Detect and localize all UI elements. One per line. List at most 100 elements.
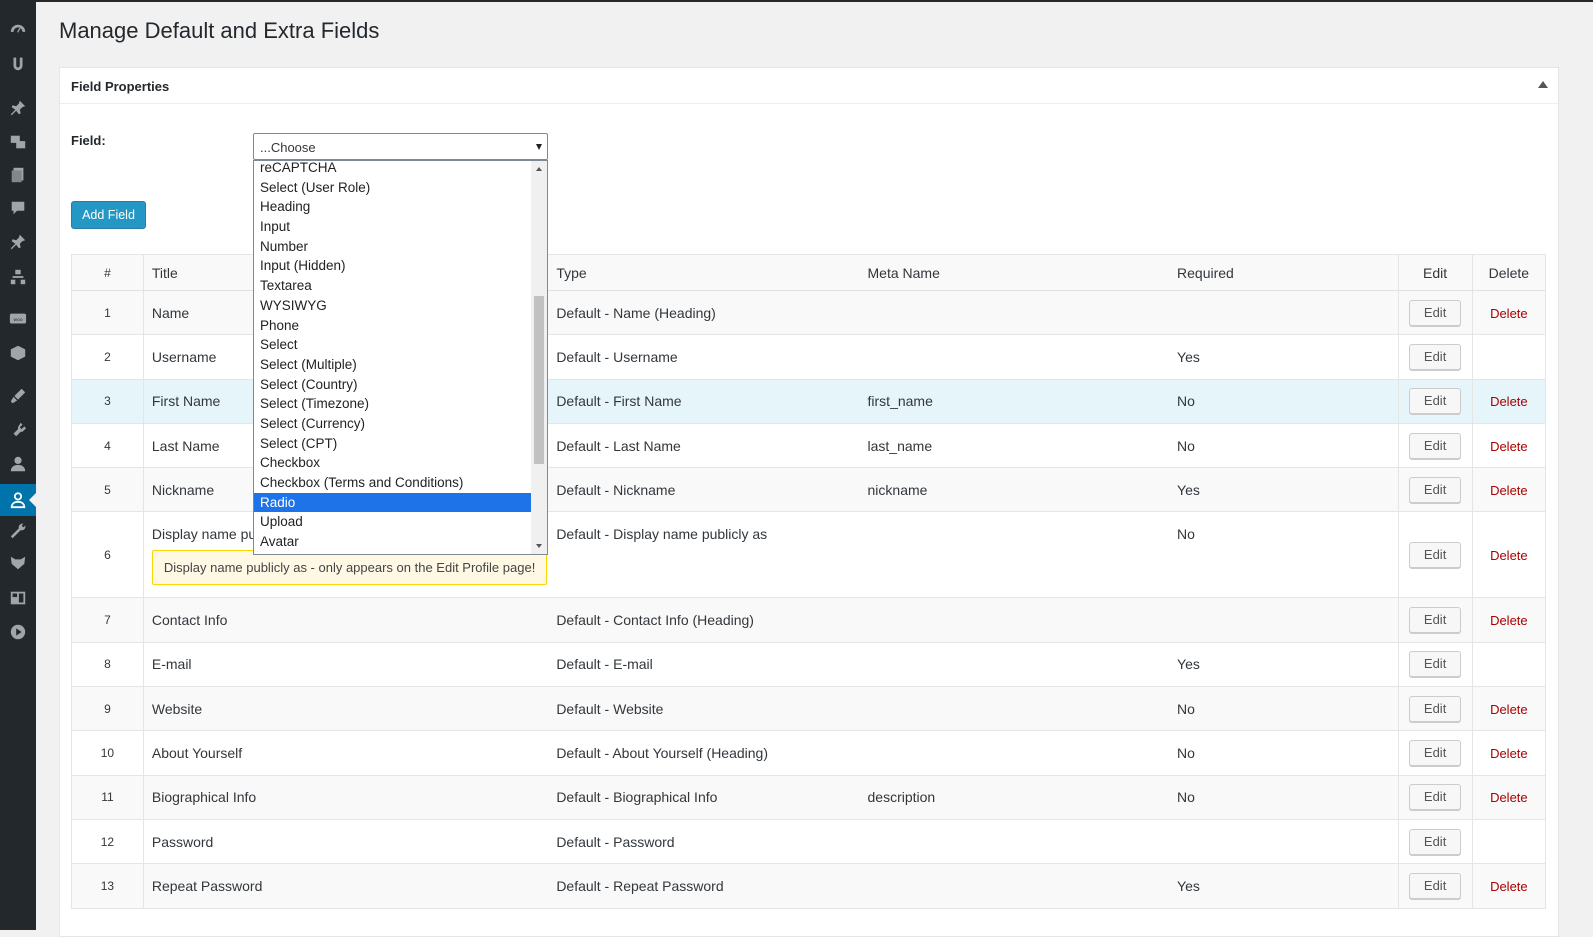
- table-row: 7 Contact Info Default - Contact Info (Hea…: [71, 597, 1547, 643]
- edit-button[interactable]: Edit: [1409, 651, 1462, 678]
- cell-meta-name-text: nickname: [867, 481, 928, 498]
- pin-icon-2[interactable]: [0, 230, 36, 254]
- delete-link[interactable]: Delete: [1490, 394, 1528, 409]
- cell-title: E-mail: [143, 642, 549, 688]
- users-icon[interactable]: [0, 452, 36, 476]
- edit-button[interactable]: Edit: [1409, 828, 1462, 855]
- dropdown-option[interactable]: Radio: [254, 492, 532, 513]
- sitemap-icon[interactable]: [0, 265, 36, 289]
- dropdown-option[interactable]: Select (Currency): [254, 414, 532, 434]
- cell-delete: [1472, 819, 1547, 865]
- cell-required: [1169, 290, 1399, 336]
- scrollbar-thumb[interactable]: [534, 296, 544, 464]
- edit-button[interactable]: Edit: [1409, 343, 1462, 370]
- delete-link[interactable]: Delete: [1490, 439, 1528, 454]
- comments-icon[interactable]: [0, 196, 36, 220]
- scroll-up-icon[interactable]: [536, 167, 542, 171]
- cell-delete: [1472, 642, 1547, 688]
- pin-icon[interactable]: [0, 96, 36, 120]
- select-value: ...Choose: [260, 140, 316, 155]
- edit-button[interactable]: Edit: [1409, 607, 1462, 634]
- dropdown-option[interactable]: Select: [254, 335, 532, 355]
- dropdown-option[interactable]: Textarea: [254, 276, 532, 296]
- cell-type-text: Default - Name (Heading): [556, 304, 716, 321]
- delete-link[interactable]: Delete: [1490, 879, 1528, 894]
- table-row: 13 Repeat Password Default - Repeat Passwo…: [71, 863, 1547, 909]
- cell-num-text: 7: [104, 613, 111, 628]
- dropdown-option[interactable]: WYSIWYG: [254, 296, 532, 316]
- cell-required: Yes: [1169, 863, 1399, 909]
- woocommerce-icon[interactable]: woo: [0, 307, 36, 331]
- tools-icon[interactable]: [0, 519, 36, 543]
- cell-title: Biographical Info: [143, 775, 549, 820]
- dropdown-option[interactable]: Upload: [254, 512, 532, 532]
- delete-link[interactable]: Delete: [1490, 548, 1528, 563]
- edit-button[interactable]: Edit: [1409, 541, 1462, 568]
- dropdown-option[interactable]: Input (Hidden): [254, 256, 532, 276]
- edit-button[interactable]: Edit: [1409, 476, 1462, 503]
- appearance-icon[interactable]: [0, 384, 36, 408]
- layout-icon[interactable]: [0, 586, 36, 610]
- cell-num-text: 2: [104, 349, 111, 364]
- delete-link[interactable]: Delete: [1490, 483, 1528, 498]
- delete-link[interactable]: Delete: [1490, 790, 1528, 805]
- cell-required-text: Yes: [1177, 348, 1200, 365]
- cell-num-text: 8: [104, 657, 111, 672]
- delete-link[interactable]: Delete: [1490, 702, 1528, 717]
- delete-link[interactable]: Delete: [1490, 613, 1528, 628]
- media-icon[interactable]: [0, 130, 36, 154]
- dropdown-option[interactable]: Heading: [254, 197, 532, 217]
- dropdown-option[interactable]: Avatar: [254, 532, 532, 552]
- cell-edit: Edit: [1398, 467, 1473, 513]
- fox-icon[interactable]: [0, 551, 36, 575]
- scroll-down-icon[interactable]: [536, 544, 542, 548]
- cell-title-text: Username: [151, 348, 217, 365]
- delete-link[interactable]: Delete: [1490, 306, 1528, 321]
- dropdown-option[interactable]: Select (Country): [254, 375, 532, 395]
- profile-builder-icon[interactable]: [0, 484, 37, 516]
- field-type-dropdown-list[interactable]: reCAPTCHA Select (User Role) Heading Input N…: [253, 160, 548, 555]
- dropdown-option[interactable]: Select (User Role): [254, 178, 532, 198]
- dropdown-option[interactable]: Number: [254, 237, 532, 257]
- cell-type-text: Default - Display name publicly as: [556, 526, 768, 543]
- cell-required-text: No: [1177, 437, 1195, 454]
- dropdown-option[interactable]: reCAPTCHA: [254, 161, 532, 178]
- edit-button[interactable]: Edit: [1409, 695, 1462, 722]
- dropdown-option[interactable]: Checkbox: [254, 453, 532, 473]
- field-type-select[interactable]: ...Choose: [253, 133, 548, 160]
- cell-title: Password: [143, 819, 549, 865]
- dropdown-option[interactable]: Select (Timezone): [254, 394, 532, 414]
- plugins-icon[interactable]: [0, 418, 36, 442]
- header-delete: Delete: [1472, 254, 1547, 291]
- cell-edit: Edit: [1398, 819, 1473, 865]
- pages-icon[interactable]: [0, 163, 36, 187]
- add-field-button[interactable]: Add Field: [71, 201, 146, 229]
- edit-button[interactable]: Edit: [1409, 784, 1462, 811]
- products-icon[interactable]: [0, 341, 36, 365]
- dashboard-icon[interactable]: [0, 19, 36, 43]
- cell-delete: [1472, 334, 1547, 380]
- dropdown-option[interactable]: Checkbox (Terms and Conditions): [254, 473, 532, 493]
- dropdown-scrollbar[interactable]: [531, 161, 547, 554]
- cell-meta-name: [859, 642, 1170, 688]
- edit-button[interactable]: Edit: [1409, 432, 1462, 459]
- cell-delete: Delete: [1472, 511, 1547, 599]
- video-icon[interactable]: [0, 620, 36, 644]
- panel-header[interactable]: Field Properties: [60, 68, 1558, 104]
- cell-type-text: Default - Password: [556, 833, 675, 850]
- dropdown-option[interactable]: Input: [254, 217, 532, 237]
- cell-meta-name-text: last_name: [867, 437, 933, 454]
- cell-meta-name: description: [859, 775, 1170, 820]
- edit-button[interactable]: Edit: [1409, 740, 1462, 767]
- dropdown-option[interactable]: Select (CPT): [254, 434, 532, 454]
- collapse-toggle-icon[interactable]: [1538, 81, 1548, 88]
- edit-button[interactable]: Edit: [1409, 299, 1462, 326]
- edit-button[interactable]: Edit: [1409, 388, 1462, 415]
- svg-text:woo: woo: [13, 318, 22, 323]
- cell-edit: Edit: [1398, 423, 1473, 469]
- dropdown-option[interactable]: Select (Multiple): [254, 355, 532, 375]
- plugin-logo-icon[interactable]: [0, 51, 36, 75]
- delete-link[interactable]: Delete: [1490, 746, 1528, 761]
- dropdown-option[interactable]: Phone: [254, 316, 532, 336]
- edit-button[interactable]: Edit: [1409, 872, 1462, 899]
